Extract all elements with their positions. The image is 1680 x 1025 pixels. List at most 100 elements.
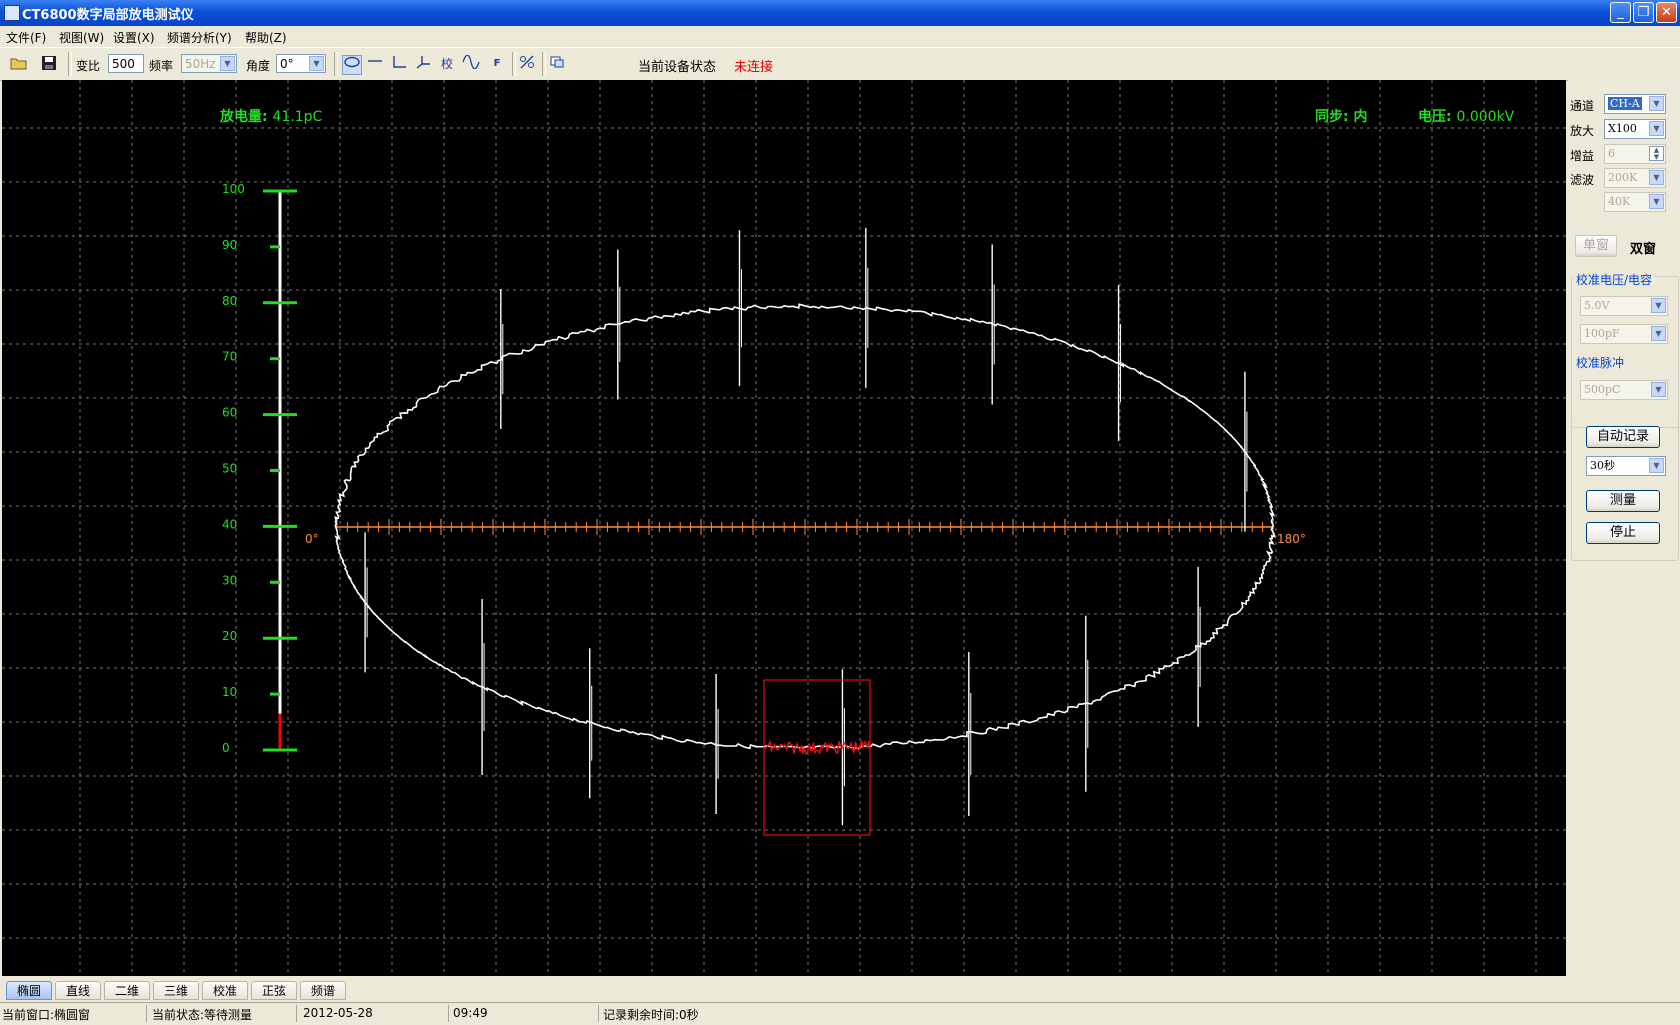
pulse-select[interactable]: 500pC ▼ [1580,380,1668,400]
stop-button[interactable]: 停止 [1586,522,1660,544]
chevron-down-icon: ▼ [1649,121,1664,136]
chevron-down-icon: ▼ [1649,194,1664,209]
window-title: CT6800数字局部放电测试仪 [22,8,194,23]
freq-select-value: 50Hz [185,57,216,71]
scale-tick-label: 60 [222,406,237,420]
spinner-icon[interactable]: ▲ ▼ [1649,146,1664,161]
filter-low-select[interactable]: 40K ▼ [1604,192,1666,212]
chevron-down-icon: ▼ [1651,382,1666,397]
chevron-down-icon: ▼ [1649,170,1664,185]
discharge-label: 放电量: [220,109,268,125]
chevron-down-icon: ▼ [220,56,235,71]
scale-tick-label: 100 [222,182,245,196]
time-status: 09:49 [453,1006,488,1020]
filter-high-select[interactable]: 200K ▼ [1604,168,1666,188]
scope-display[interactable]: 100 90 80 70 60 50 40 30 20 10 0 0° 180° 放电量: 41.1pC… [2,80,1566,976]
calibrate-icon[interactable]: 校 [438,55,456,73]
percent-icon[interactable] [518,55,536,73]
measure-button[interactable]: 测量 [1586,490,1660,512]
tab-ellipse[interactable]: 椭圆 [6,981,52,1000]
discharge-readout: 放电量: 41.1pC [220,106,322,126]
scale-tick-label: 20 [222,629,237,643]
menu-bar: 文件(F) 视图(W) 设置(X) 频谱分析(Y) 帮助(Z) [0,26,1680,46]
dual-window-label[interactable]: 双窗 [1630,238,1656,257]
menu-spectrum[interactable]: 频谱分析(Y) [167,29,232,46]
sine-mode-icon[interactable] [462,54,480,73]
chevron-down-icon: ▼ [1651,326,1666,341]
2d-mode-icon[interactable] [390,55,408,73]
ratio-label: 变比 [76,59,101,73]
device-status-value: 未连接 [734,60,774,75]
app-icon [4,5,20,21]
current-window-status: 当前窗口:椭圆窗 [2,1008,91,1022]
maximize-button[interactable]: ❐ [1633,2,1654,23]
amp-value: X100 [1608,122,1637,135]
filter-label: 滤波 [1570,173,1595,187]
amp-select[interactable]: X100 ▼ [1604,119,1666,139]
ellipse-mode-icon[interactable] [342,55,362,75]
scale-tick-label: 70 [222,350,237,364]
voltage-value: 0.000kV [1456,109,1515,125]
scale-tick-label: 80 [222,294,237,308]
freq-label: 频率 [149,59,174,73]
window-copy-icon[interactable] [548,55,566,73]
control-panel: 通道 CH-A ▼ 放大 X100 ▼ 增益 6 ▲ ▼ 滤波 200K ▼ 40… [1568,80,1680,561]
single-window-button[interactable]: 单窗 [1575,235,1617,257]
tab-2d[interactable]: 二维 [104,981,150,1000]
device-status-label: 当前设备状态 [638,60,717,75]
spectrum-f-icon[interactable]: F [488,55,506,73]
save-icon[interactable] [40,55,58,73]
tab-3d[interactable]: 三维 [153,981,199,1000]
pulse-group-title: 校准脉冲 [1574,354,1627,371]
chevron-down-icon: ▼ [309,56,324,71]
sync-readout: 同步: 内 [1315,106,1367,126]
channel-select[interactable]: CH-A ▼ [1604,94,1666,114]
record-time-select[interactable]: 30秒 ▼ [1586,456,1666,476]
freq-select[interactable]: 50Hz ▼ [181,54,237,73]
filter-low-value: 40K [1608,195,1631,208]
gain-label: 增益 [1570,149,1595,163]
angle-select-value: 0° [280,57,294,71]
scale-tick-label: 90 [222,238,237,252]
pulse-value: 500pC [1584,383,1621,396]
title-bar: CT6800数字局部放电测试仪 _ ❐ ✕ [0,0,1680,26]
3d-mode-icon[interactable] [414,55,432,73]
auto-record-button[interactable]: 自动记录 [1586,426,1660,448]
channel-value: CH-A [1608,97,1642,110]
toolbar: 变比 500 频率 50Hz ▼ 角度 0° ▼ 校 F 当前设备状态 未连接 [0,47,1680,81]
filter-high-value: 200K [1608,171,1638,184]
sync-label: 同步: [1315,109,1349,125]
voltage-label: 电压: [1418,109,1452,125]
scale-tick-label: 0 [222,741,230,755]
menu-help[interactable]: 帮助(Z) [245,29,287,46]
menu-settings[interactable]: 设置(X) [113,29,155,46]
measurement-window [763,679,871,836]
record-time-value: 30秒 [1590,459,1615,472]
minimize-button[interactable]: _ [1610,2,1631,23]
close-button[interactable]: ✕ [1656,2,1677,23]
gain-stepper[interactable]: 6 ▲ ▼ [1604,144,1666,164]
open-folder-icon[interactable] [10,55,28,73]
menu-file[interactable]: 文件(F) [6,29,46,46]
tab-spectrum[interactable]: 频谱 [300,981,346,1000]
phase-end-label: 180° [1277,532,1306,546]
ratio-input[interactable]: 500 [108,54,144,73]
tab-calibrate[interactable]: 校准 [202,981,248,1000]
current-state-status: 当前状态:等待测量 [152,1008,253,1022]
scale-tick-label: 30 [222,573,237,587]
view-tabs: 椭圆 直线 二维 三维 校准 正弦 频谱 [0,978,1680,1002]
tab-sine[interactable]: 正弦 [251,981,297,1000]
angle-select[interactable]: 0° ▼ [276,54,326,73]
calib-cap-select[interactable]: 100pF ▼ [1580,324,1668,344]
calib-voltage-select[interactable]: 5.0V ▼ [1580,296,1668,316]
discharge-value: 41.1pC [272,109,323,125]
chevron-down-icon: ▼ [1649,96,1664,111]
menu-view[interactable]: 视图(W) [59,29,104,46]
tab-line[interactable]: 直线 [55,981,101,1000]
gain-value: 6 [1608,147,1615,160]
calib-voltage-value: 5.0V [1584,299,1610,312]
angle-label: 角度 [246,59,271,73]
line-mode-icon[interactable] [366,55,384,73]
ellipse-plot: 10090807060504030201000° 180° [2,80,1566,976]
scale-tick-label: 40 [222,517,237,531]
